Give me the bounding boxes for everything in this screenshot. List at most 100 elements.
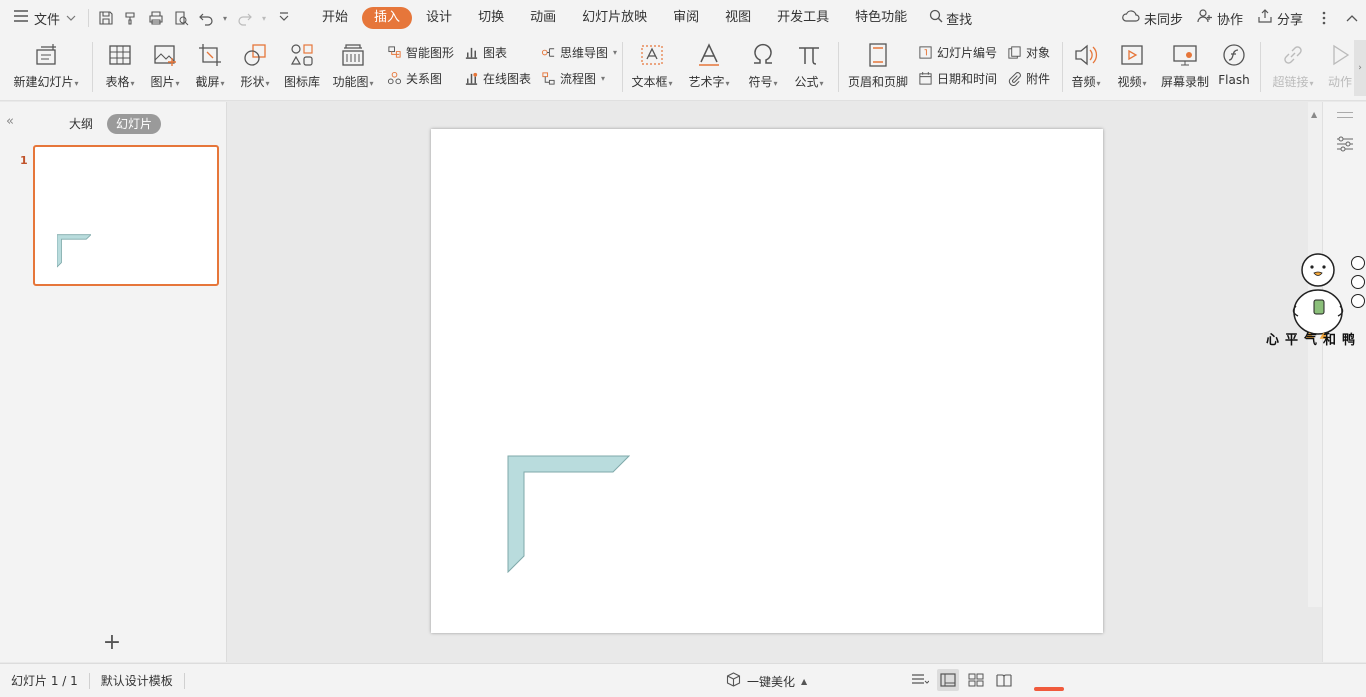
attachment-button[interactable]: 附件 <box>1007 68 1050 88</box>
function-chart-label: 功能图 <box>332 75 369 89</box>
icon-library-button[interactable]: 图标库 <box>282 36 322 101</box>
slide[interactable] <box>431 129 1103 633</box>
tab-home[interactable]: 开始 <box>310 7 360 29</box>
tab-slides[interactable]: 幻灯片 <box>107 114 162 134</box>
chart-button[interactable]: 图表 <box>464 42 507 62</box>
tab-view[interactable]: 视图 <box>713 7 763 29</box>
audio-button[interactable]: 音频▾ <box>1068 36 1104 101</box>
template-name[interactable]: 默认设计模板 <box>90 672 184 689</box>
chevron-right-icon: › <box>1358 63 1362 73</box>
sidebar-handle[interactable] <box>1337 112 1353 118</box>
sync-label: 未同步 <box>1143 12 1183 28</box>
picture-button[interactable]: 图片▾ <box>146 36 184 101</box>
tab-insert[interactable]: 插入 <box>362 7 413 29</box>
date-time-button[interactable]: 日期和时间 <box>918 68 997 88</box>
float-tool-icon[interactable] <box>1351 294 1365 308</box>
caret-up-icon: ▲ <box>801 676 808 686</box>
ribbon-scroll-right[interactable]: › <box>1354 40 1366 96</box>
pi-icon <box>796 36 822 70</box>
add-slide-button[interactable]: + <box>100 632 124 656</box>
flow-chart-button[interactable]: 流程图 ▾ <box>541 68 605 88</box>
screenshot-button[interactable]: 截屏▾ <box>191 36 229 101</box>
corner-frame-shape[interactable] <box>507 455 630 573</box>
undo-dropdown-icon[interactable]: ▾ <box>218 4 232 32</box>
float-add-icon[interactable] <box>1351 256 1365 270</box>
relation-icon <box>387 71 402 84</box>
calendar-icon <box>919 71 932 85</box>
search-icon <box>929 9 943 27</box>
symbol-button[interactable]: 符号▾ <box>744 36 782 101</box>
chevron-down-icon <box>66 11 76 26</box>
slideshow-button-accent[interactable] <box>1034 687 1064 691</box>
user-plus-icon <box>1197 9 1213 27</box>
redo-icon[interactable] <box>232 4 257 32</box>
function-chart-button[interactable]: 功能图▾ <box>330 36 376 101</box>
table-label: 表格 <box>105 75 130 89</box>
undo-icon[interactable] <box>193 4 218 32</box>
customize-toolbar-icon[interactable] <box>271 4 296 32</box>
smart-art-button[interactable]: 智能图形 <box>387 42 454 62</box>
mind-map-icon <box>541 47 555 57</box>
action-button[interactable]: 动作 <box>1322 36 1358 101</box>
print-icon[interactable] <box>143 4 168 32</box>
slide-thumbnail[interactable] <box>33 145 219 286</box>
tab-transition[interactable]: 切换 <box>466 7 516 29</box>
right-sidebar <box>1322 102 1366 662</box>
shape-button[interactable]: 形状▾ <box>236 36 274 101</box>
collaborate-button[interactable]: 协作 <box>1190 9 1250 28</box>
save-icon[interactable] <box>93 4 118 32</box>
formula-label: 公式 <box>794 75 819 89</box>
float-theme-icon[interactable] <box>1351 275 1365 289</box>
slide-number-button[interactable]: 幻灯片编号 <box>918 42 997 62</box>
reading-view-icon[interactable] <box>993 669 1015 691</box>
tab-design[interactable]: 设计 <box>414 7 464 29</box>
properties-icon[interactable] <box>1336 136 1354 155</box>
share-button[interactable]: 分享 <box>1250 9 1310 28</box>
header-footer-button[interactable]: 页眉和页脚 <box>846 36 910 101</box>
screenshot-icon <box>197 36 223 70</box>
video-button[interactable]: 视频▾ <box>1112 36 1152 101</box>
flash-button[interactable]: Flash <box>1216 36 1252 101</box>
screen-record-button[interactable]: 屏幕录制 <box>1158 36 1212 101</box>
divider <box>622 42 623 92</box>
beautify-button[interactable]: 一键美化 ▲ <box>726 672 807 690</box>
tab-developer[interactable]: 开发工具 <box>765 7 841 29</box>
icon-library-icon <box>289 36 315 70</box>
new-slide-button[interactable]: 新建幻灯片▾ <box>10 36 82 101</box>
tab-slideshow[interactable]: 幻灯片放映 <box>570 7 659 29</box>
search-button[interactable]: 查找 <box>921 9 980 28</box>
tab-outline[interactable]: 大纲 <box>60 114 102 134</box>
screenshot-label: 截屏 <box>195 75 220 89</box>
online-chart-button[interactable]: 在线图表 <box>464 68 531 88</box>
tab-special[interactable]: 特色功能 <box>843 7 919 29</box>
format-painter-icon[interactable] <box>118 4 143 32</box>
normal-view-icon[interactable] <box>937 669 959 691</box>
word-art-button[interactable]: 艺术字▾ <box>686 36 732 101</box>
print-preview-icon[interactable] <box>168 4 193 32</box>
link-icon <box>1280 36 1306 70</box>
formula-button[interactable]: 公式▾ <box>790 36 828 101</box>
scroll-up-icon[interactable]: ▲ <box>1311 110 1317 119</box>
text-box-button[interactable]: 文本框▾ <box>629 36 675 101</box>
tab-review[interactable]: 审阅 <box>661 7 711 29</box>
flash-icon <box>1221 36 1247 70</box>
sync-button[interactable]: 未同步 <box>1115 9 1190 28</box>
collapse-ribbon-icon[interactable] <box>1338 4 1366 32</box>
omega-icon <box>750 36 776 70</box>
vertical-scrollbar[interactable]: ▲ <box>1308 102 1322 607</box>
collapse-panel-icon[interactable]: « <box>6 114 14 129</box>
redo-dropdown-icon[interactable]: ▾ <box>257 4 271 32</box>
table-button[interactable]: 表格▾ <box>101 36 139 101</box>
hyperlink-button[interactable]: 超链接▾ <box>1268 36 1318 101</box>
mind-map-button[interactable]: 思维导图 ▾ <box>541 42 617 62</box>
flow-chart-label: 流程图 <box>560 71 597 86</box>
slide-sorter-icon[interactable] <box>965 669 987 691</box>
share-icon <box>1257 9 1273 27</box>
relation-button[interactable]: 关系图 <box>387 68 442 88</box>
file-menu[interactable]: 文件 <box>0 0 84 36</box>
more-icon[interactable] <box>1310 4 1338 32</box>
notes-toggle-icon[interactable] <box>909 669 931 691</box>
object-button[interactable]: 对象 <box>1007 42 1050 62</box>
tab-animation[interactable]: 动画 <box>518 7 568 29</box>
new-slide-label: 新建幻灯片 <box>13 75 74 89</box>
